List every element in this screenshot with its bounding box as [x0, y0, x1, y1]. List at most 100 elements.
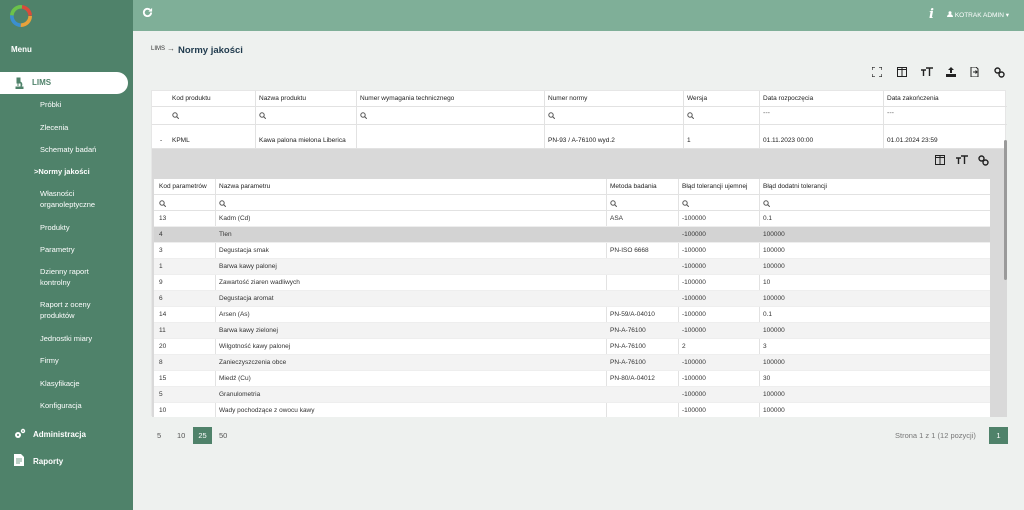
upload-icon[interactable]	[945, 67, 957, 79]
filter-blad-dodatni-search-icon[interactable]	[763, 200, 771, 209]
filter-wersja-search-icon[interactable]	[687, 112, 695, 121]
table-row[interactable]: 3 Degustacja smak PN-ISO 6668 -100000 100000	[154, 243, 990, 259]
page-size-25[interactable]: 25	[193, 427, 212, 444]
table-row[interactable]: 14 Arsen (As) PN-59/A-04010 -100000 0.1	[154, 307, 990, 323]
cell-nazwa-parametru: Wady pochodzące z owocu kawy	[219, 407, 315, 414]
detail-columns-icon[interactable]	[935, 155, 945, 167]
filter-data-rozpoczecia[interactable]: ---	[763, 110, 770, 117]
table-row[interactable]: 1 Barwa kawy palonej -100000 100000	[154, 259, 990, 275]
sidebar-item-konfiguracja[interactable]: Konfiguracja	[40, 400, 128, 411]
row-collapse-toggle[interactable]: -	[160, 137, 162, 144]
cell-nazwa-parametru: Miedź (Cu)	[219, 375, 251, 382]
col-blad-ujemny[interactable]: Błąd tolerancji ujemnej	[682, 183, 747, 190]
col-data-zakonczenia[interactable]: Data zakończenia	[887, 95, 939, 102]
col-nazwa-parametru[interactable]: Nazwa parametru	[219, 183, 270, 190]
sidebar-item-raport-dzienny[interactable]: Dzienny raport kontrolny	[40, 266, 128, 288]
col-data-rozpoczecia[interactable]: Data rozpoczęcia	[763, 95, 813, 102]
sidebar-item-schematy[interactable]: Schematy badań	[40, 144, 128, 155]
link-icon[interactable]	[993, 67, 1005, 79]
menu-label: Menu	[11, 45, 32, 54]
sidebar-item-klasyfikacje[interactable]: Klasyfikacje	[40, 378, 128, 389]
page-size-10[interactable]: 10	[177, 431, 185, 440]
filter-nazwa-param-search-icon[interactable]	[219, 200, 227, 209]
table-row[interactable]: 15 Miedź (Cu) PN-80/A-04012 -100000 30	[154, 371, 990, 387]
app-logo[interactable]	[10, 5, 32, 27]
filter-blad-ujemny-search-icon[interactable]	[682, 200, 690, 209]
detail-link-icon[interactable]	[978, 155, 989, 168]
cell-kod-parametru: 6	[159, 295, 163, 302]
cell-blad-ujemny: -100000	[682, 263, 706, 270]
user-menu[interactable]: KOTRAK ADMIN ▾	[947, 11, 1009, 19]
report-icon	[14, 453, 24, 471]
filter-data-zakonczenia[interactable]: ---	[887, 110, 894, 117]
vertical-scrollbar[interactable]	[1004, 140, 1007, 280]
cell-blad-dodatni: 100000	[763, 247, 785, 254]
col-metoda-badania[interactable]: Metoda badania	[610, 183, 657, 190]
cell-metoda-badania: PN-A-76100	[610, 327, 646, 334]
cell-data-rozpoczecia: 01.11.2023 00:00	[763, 137, 814, 144]
detail-font-size-icon[interactable]	[956, 155, 968, 167]
sidebar-item-jednostki[interactable]: Jednostki miary	[40, 333, 128, 344]
info-icon[interactable]: i	[929, 7, 934, 22]
table-row[interactable]: 6 Degustacja aromat -100000 100000	[154, 291, 990, 307]
col-numer-wymagania[interactable]: Numer wymagania technicznego	[360, 95, 454, 102]
cell-nazwa-parametru: Tlen	[219, 231, 232, 238]
pagination-info: Strona 1 z 1 (12 pozycji)	[895, 431, 976, 440]
col-kod-produktu[interactable]: Kod produktu	[172, 95, 211, 102]
cell-blad-ujemny: -100000	[682, 311, 706, 318]
sidebar-item-wlasnosci-line1: Własności	[40, 189, 75, 198]
table-row[interactable]: 11 Barwa kawy zielonej PN-A-76100 -100000 10…	[154, 323, 990, 339]
table-row[interactable]: 10 Wady pochodzące z owocu kawy -100000 100…	[154, 403, 990, 417]
filter-kod-param-search-icon[interactable]	[159, 200, 167, 209]
sidebar-item-raporty[interactable]: Raporty	[33, 456, 63, 467]
sidebar-item-lims[interactable]: LIMS	[0, 72, 128, 94]
columns-icon[interactable]	[896, 67, 908, 79]
sidebar-item-zlecenia[interactable]: Zlecenia	[40, 122, 128, 133]
col-kod-parametrow[interactable]: Kod parametrów	[159, 183, 207, 190]
filter-metoda-search-icon[interactable]	[610, 200, 618, 209]
cell-metoda-badania: PN-A-76100	[610, 359, 646, 366]
page-size-50[interactable]: 50	[219, 431, 227, 440]
cell-nazwa-parametru: Zanieczyszczenia obce	[219, 359, 287, 366]
export-icon[interactable]	[969, 66, 981, 79]
sidebar-item-lims-label: LIMS	[32, 78, 52, 87]
sidebar-item-raport-oceny[interactable]: Raport z oceny produktów	[40, 299, 128, 321]
cell-blad-ujemny: -100000	[682, 407, 706, 414]
sidebar: Menu LIMS Próbki Zlecenia Schematy badań…	[0, 0, 133, 510]
sidebar-item-probki[interactable]: Próbki	[40, 99, 128, 110]
col-blad-dodatni[interactable]: Błąd dodatni tolerancji	[763, 183, 827, 190]
sidebar-item-firmy[interactable]: Firmy	[40, 355, 128, 366]
sidebar-item-administracja[interactable]: Administracja	[33, 429, 86, 440]
table-row[interactable]: 13 Kadm (Cd) ASA -100000 0.1	[154, 211, 990, 227]
breadcrumb-root[interactable]: LIMS	[151, 46, 165, 52]
filter-nazwa-search-icon[interactable]	[259, 112, 267, 121]
table-row[interactable]: - KPML Kawa palona mielona Liberica PN-9…	[152, 132, 1007, 149]
filter-kod-search-icon[interactable]	[172, 112, 180, 121]
refresh-icon[interactable]	[142, 6, 153, 21]
page-size-5[interactable]: 5	[157, 431, 161, 440]
sidebar-item-parametry[interactable]: Parametry	[40, 244, 128, 255]
cell-numer-normy: PN-93 / A-76100 wyd.2	[548, 137, 615, 144]
filter-wymaganie-search-icon[interactable]	[360, 112, 368, 121]
filter-norma-search-icon[interactable]	[548, 112, 556, 121]
sidebar-item-normy[interactable]: >Normy jakości	[34, 166, 122, 177]
table-row[interactable]: 5 Granulometria -100000 100000	[154, 387, 990, 403]
norms-grid: Kod produktu Nazwa produktu Numer wymaga…	[151, 90, 1007, 417]
table-row[interactable]: 4 Tlen -100000 100000	[154, 227, 990, 243]
table-row[interactable]: 20 Wilgotność kawy palonej PN-A-76100 2 3	[154, 339, 990, 355]
table-row[interactable]: 8 Zanieczyszczenia obce PN-A-76100 -100000 1…	[154, 355, 990, 371]
sidebar-item-produkty[interactable]: Produkty	[40, 222, 128, 233]
font-size-icon[interactable]	[921, 67, 933, 79]
col-wersja[interactable]: Wersja	[687, 95, 707, 102]
sidebar-item-wlasnosci[interactable]: Własności organoleptyczne	[40, 188, 128, 210]
page-button-1[interactable]: 1	[989, 427, 1008, 444]
col-nazwa-produktu[interactable]: Nazwa produktu	[259, 95, 306, 102]
cell-nazwa-parametru: Degustacja smak	[219, 247, 269, 254]
cell-kod-parametru: 9	[159, 279, 163, 286]
cell-kod-parametru: 10	[159, 407, 167, 414]
cell-blad-ujemny: -100000	[682, 327, 706, 334]
fullscreen-icon[interactable]	[871, 66, 883, 79]
table-row[interactable]: 9 Zawartość ziaren wadliwych -100000 10	[154, 275, 990, 291]
cell-blad-dodatni: 0.1	[763, 311, 773, 318]
col-numer-normy[interactable]: Numer normy	[548, 95, 587, 102]
